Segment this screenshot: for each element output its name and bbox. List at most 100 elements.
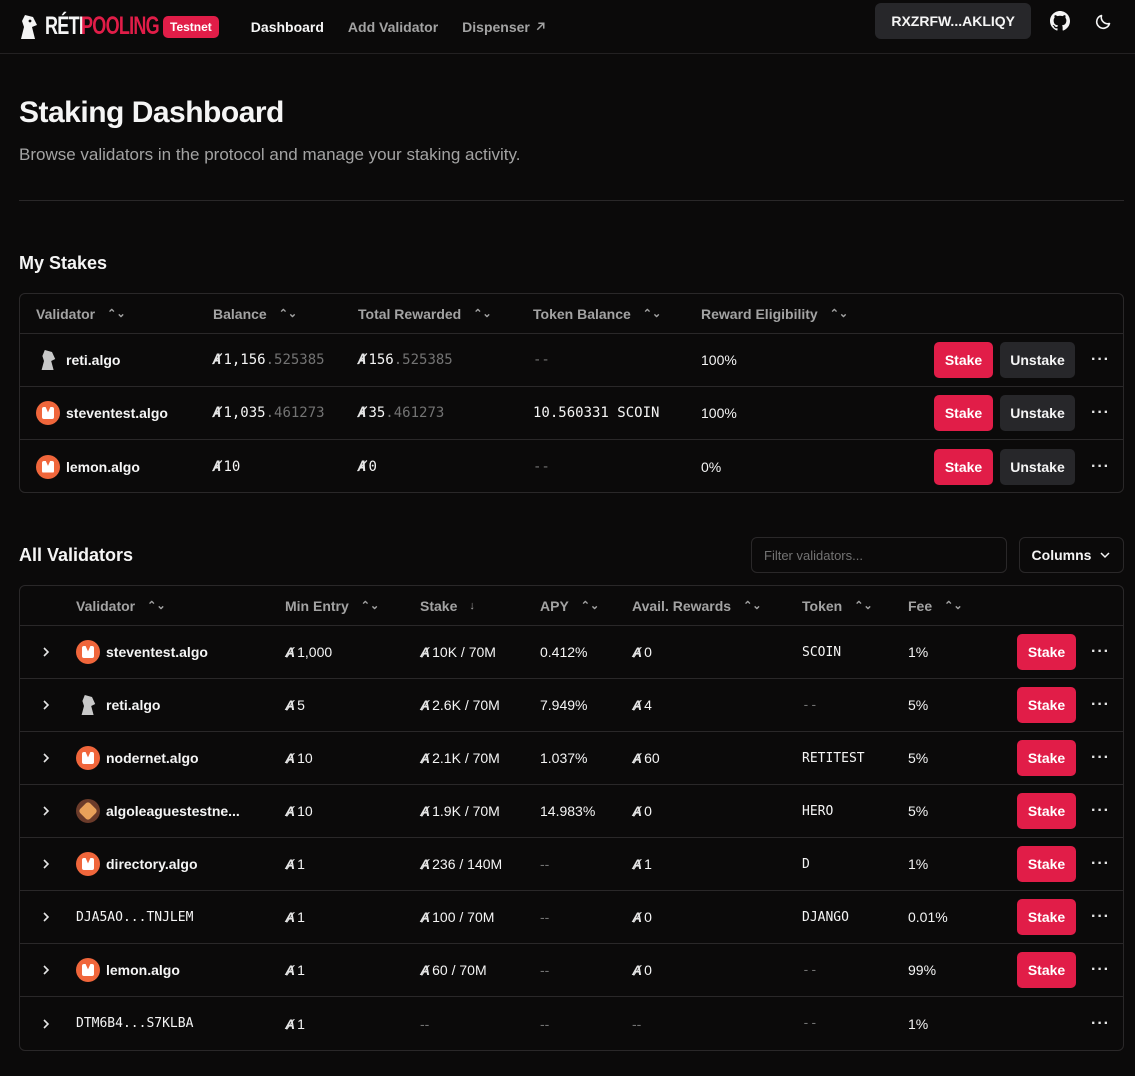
apy-cell: -- <box>540 1015 550 1032</box>
more-actions-button[interactable]: ··· <box>1091 643 1110 661</box>
algo-icon: Ⱥ <box>213 458 222 475</box>
expand-chevron-icon[interactable] <box>40 1018 52 1030</box>
col-token-header[interactable]: Token ⌃⌄ <box>802 598 873 614</box>
stake-button[interactable]: Stake <box>934 395 993 431</box>
unstake-button[interactable]: Unstake <box>1000 342 1075 378</box>
expand-chevron-icon[interactable] <box>40 752 52 764</box>
stake-value: -- <box>420 1015 430 1032</box>
rewards-value: -- <box>632 1015 642 1032</box>
sort-icon: ⌃⌄ <box>854 600 873 612</box>
nav-dashboard[interactable]: Dashboard <box>251 19 324 35</box>
logo[interactable]: RÉTI POOLING <box>19 12 160 41</box>
col-validator-header[interactable]: Validator ⌃⌄ <box>36 306 126 322</box>
wallet-button[interactable]: RXZRFW...AKLIQY <box>875 3 1031 39</box>
columns-button[interactable]: Columns <box>1019 537 1124 573</box>
stake-cell: Ⱥ 10K / 70M <box>420 644 496 660</box>
more-actions-button[interactable]: ··· <box>1091 749 1110 767</box>
col-min-entry-header[interactable]: Min Entry ⌃⌄ <box>285 598 379 614</box>
col-stake-label: Stake <box>420 597 458 614</box>
my-stakes-header-row: Validator ⌃⌄ Balance ⌃⌄ Total Rewarded ⌃⌄ T… <box>20 294 1123 334</box>
more-actions-button[interactable]: ··· <box>1091 908 1110 926</box>
expand-chevron-icon[interactable] <box>40 699 52 711</box>
validator-row: steventest.algo Ⱥ 1,000 Ⱥ 10K / 70M 0.412% Ⱥ 0 S… <box>20 626 1123 679</box>
validator-cell[interactable]: lemon.algo <box>36 454 140 479</box>
stake-button[interactable]: Stake <box>1017 952 1076 988</box>
nav-dispenser[interactable]: Dispenser <box>462 19 547 35</box>
stake-button[interactable]: Stake <box>1017 846 1076 882</box>
algo-icon: Ⱥ <box>285 1015 296 1032</box>
more-actions-button[interactable]: ··· <box>1091 696 1110 714</box>
validator-cell[interactable]: reti.algo <box>76 693 160 717</box>
more-actions-button[interactable]: ··· <box>1091 855 1110 873</box>
validator-cell[interactable]: reti.algo <box>36 348 120 372</box>
rewards-cell: Ⱥ0 <box>632 644 652 660</box>
validator-cell[interactable]: steventest.algo <box>76 640 208 664</box>
more-actions-button[interactable]: ··· <box>1091 351 1110 369</box>
stake-button[interactable]: Stake <box>1017 899 1076 935</box>
theme-toggle-button[interactable] <box>1089 6 1119 36</box>
stake-button[interactable]: Stake <box>1017 687 1076 723</box>
validator-cell[interactable]: directory.algo <box>76 852 198 876</box>
expand-chevron-icon[interactable] <box>40 805 52 817</box>
expand-chevron-icon[interactable] <box>40 911 52 923</box>
stake-button[interactable]: Stake <box>934 448 993 485</box>
stake-value: 10K / 70M <box>432 644 496 660</box>
validator-avatar <box>36 348 60 372</box>
validator-cell[interactable]: nodernet.algo <box>76 746 199 770</box>
validator-row: reti.algo Ⱥ 5 Ⱥ 2.6K / 70M 7.949% Ⱥ 4 -- 5% Stake ·… <box>20 679 1123 732</box>
validator-cell[interactable]: lemon.algo <box>76 958 180 982</box>
col-token-balance-header[interactable]: Token Balance ⌃⌄ <box>533 306 661 322</box>
more-actions-button[interactable]: ··· <box>1091 404 1110 422</box>
col-reward-eligibility-header[interactable]: Reward Eligibility ⌃⌄ <box>701 306 848 322</box>
stake-button[interactable]: Stake <box>1017 793 1076 829</box>
stake-button[interactable]: Stake <box>1017 634 1076 670</box>
more-actions-button[interactable]: ··· <box>1091 458 1110 476</box>
main-nav: Dashboard Add Validator Dispenser <box>251 19 547 35</box>
validator-cell[interactable]: DJA5AO...TNJLEM <box>76 910 193 925</box>
algo-icon: Ⱥ <box>358 405 367 421</box>
col-apy-header[interactable]: APY ⌃⌄ <box>540 598 599 614</box>
col-fee-header[interactable]: Fee ⌃⌄ <box>908 598 963 614</box>
github-button[interactable] <box>1045 6 1075 36</box>
expand-chevron-icon[interactable] <box>40 964 52 976</box>
rewards-cell: Ⱥ1 <box>632 856 652 872</box>
col-fee-label: Fee <box>908 597 933 614</box>
apy-cell: -- <box>540 856 550 872</box>
stake-cell: Ⱥ 236 / 140M <box>420 856 502 872</box>
balance-dec: .461273 <box>265 405 325 421</box>
balance-int: 1,156 <box>223 352 266 368</box>
nav-add-validator[interactable]: Add Validator <box>348 19 438 35</box>
col-stake-header[interactable]: Stake ↓ <box>420 598 475 614</box>
validator-cell[interactable]: steventest.algo <box>36 401 168 425</box>
expand-chevron-icon[interactable] <box>40 646 52 658</box>
stake-button[interactable]: Stake <box>934 342 993 378</box>
unstake-button[interactable]: Unstake <box>1000 448 1075 485</box>
fee-cell: 99% <box>908 962 937 978</box>
validator-row: lemon.algo Ⱥ 1 Ⱥ 60 / 70M -- Ⱥ 0 -- 99% Stake ··· <box>20 944 1123 997</box>
min-entry-value: 1 <box>297 909 305 925</box>
validators-header-row: Validator ⌃⌄ Min Entry ⌃⌄ Stake ↓ APY ⌃⌄ Ava… <box>20 586 1123 626</box>
col-total-rewarded-header[interactable]: Total Rewarded ⌃⌄ <box>358 306 492 322</box>
more-actions-button[interactable]: ··· <box>1091 802 1110 820</box>
expand-chevron-icon[interactable] <box>40 858 52 870</box>
col-validator-header[interactable]: Validator ⌃⌄ <box>76 598 166 614</box>
more-actions-button[interactable]: ··· <box>1091 961 1110 979</box>
more-actions-button[interactable]: ··· <box>1091 1015 1110 1033</box>
algo-icon: Ⱥ <box>285 909 296 925</box>
eligibility-cell: 0% <box>701 458 722 475</box>
col-balance-header[interactable]: Balance ⌃⌄ <box>213 306 297 322</box>
filter-validators-input[interactable]: Filter validators... <box>751 537 1007 573</box>
stake-button[interactable]: Stake <box>1017 740 1076 776</box>
unstake-button[interactable]: Unstake <box>1000 395 1075 431</box>
token-cell: RETITEST <box>802 750 865 766</box>
balance-int: 10 <box>223 458 241 475</box>
algo-icon: Ⱥ <box>420 803 431 819</box>
validator-avatar <box>76 799 100 823</box>
validator-cell[interactable]: algoleaguestestne... <box>76 799 240 823</box>
validator-cell[interactable]: DTM6B4...S7KLBA <box>76 1016 193 1031</box>
col-avail-rewards-header[interactable]: Avail. Rewards ⌃⌄ <box>632 598 762 614</box>
min-entry-cell: Ⱥ 10 <box>285 803 313 819</box>
sort-icon: ⌃⌄ <box>107 308 126 320</box>
algo-icon: Ⱥ <box>358 352 367 368</box>
sort-icon: ⌃⌄ <box>743 600 762 612</box>
